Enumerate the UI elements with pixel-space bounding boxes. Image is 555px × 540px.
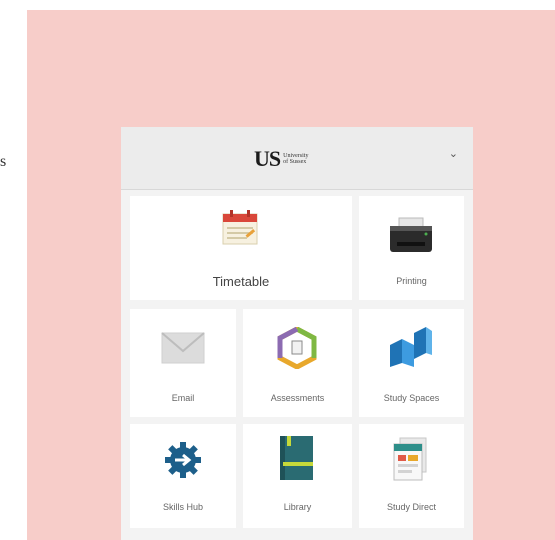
tile-label: Email xyxy=(171,393,195,403)
gear-arrow-icon xyxy=(165,442,201,478)
logo-text-line2: of Sussex xyxy=(283,159,307,165)
stray-text: s xyxy=(0,153,7,170)
folded-blocks-icon xyxy=(390,327,432,367)
tile-label: Study Spaces xyxy=(383,393,440,403)
tile-assessments[interactable]: Assessments xyxy=(243,309,352,417)
printer-icon xyxy=(390,217,432,252)
chevron-down-icon[interactable]: ⌄ xyxy=(449,147,458,160)
tile-study-spaces[interactable]: Study Spaces xyxy=(359,309,464,417)
tile-email[interactable]: Email xyxy=(130,309,236,417)
tile-label: Printing xyxy=(396,276,427,286)
logo-text: University of Sussex xyxy=(283,153,308,165)
tile-label: Library xyxy=(283,502,312,512)
documents-icon xyxy=(393,437,427,481)
tile-library[interactable]: Library xyxy=(243,424,352,528)
tile-label: Study Direct xyxy=(386,502,437,512)
tile-timetable[interactable]: Timetable xyxy=(130,196,352,300)
envelope-icon xyxy=(161,332,205,364)
hexagon-document-icon xyxy=(277,327,317,369)
tile-skills-hub[interactable]: Skills Hub xyxy=(130,424,236,528)
university-logo[interactable]: US University of Sussex xyxy=(254,146,308,172)
tile-label: Skills Hub xyxy=(162,502,203,512)
book-icon xyxy=(280,436,313,480)
tile-label: Assessments xyxy=(270,393,325,403)
tile-study-direct[interactable]: Study Direct xyxy=(359,424,464,528)
app-header: US University of Sussex ⌄ xyxy=(121,127,473,190)
logo-mark: US xyxy=(254,146,281,171)
app-screen: US University of Sussex ⌄ Timetable Prin… xyxy=(121,127,473,540)
tile-printing[interactable]: Printing xyxy=(359,196,464,300)
calendar-icon xyxy=(222,210,258,245)
tile-label: Timetable xyxy=(212,274,270,289)
